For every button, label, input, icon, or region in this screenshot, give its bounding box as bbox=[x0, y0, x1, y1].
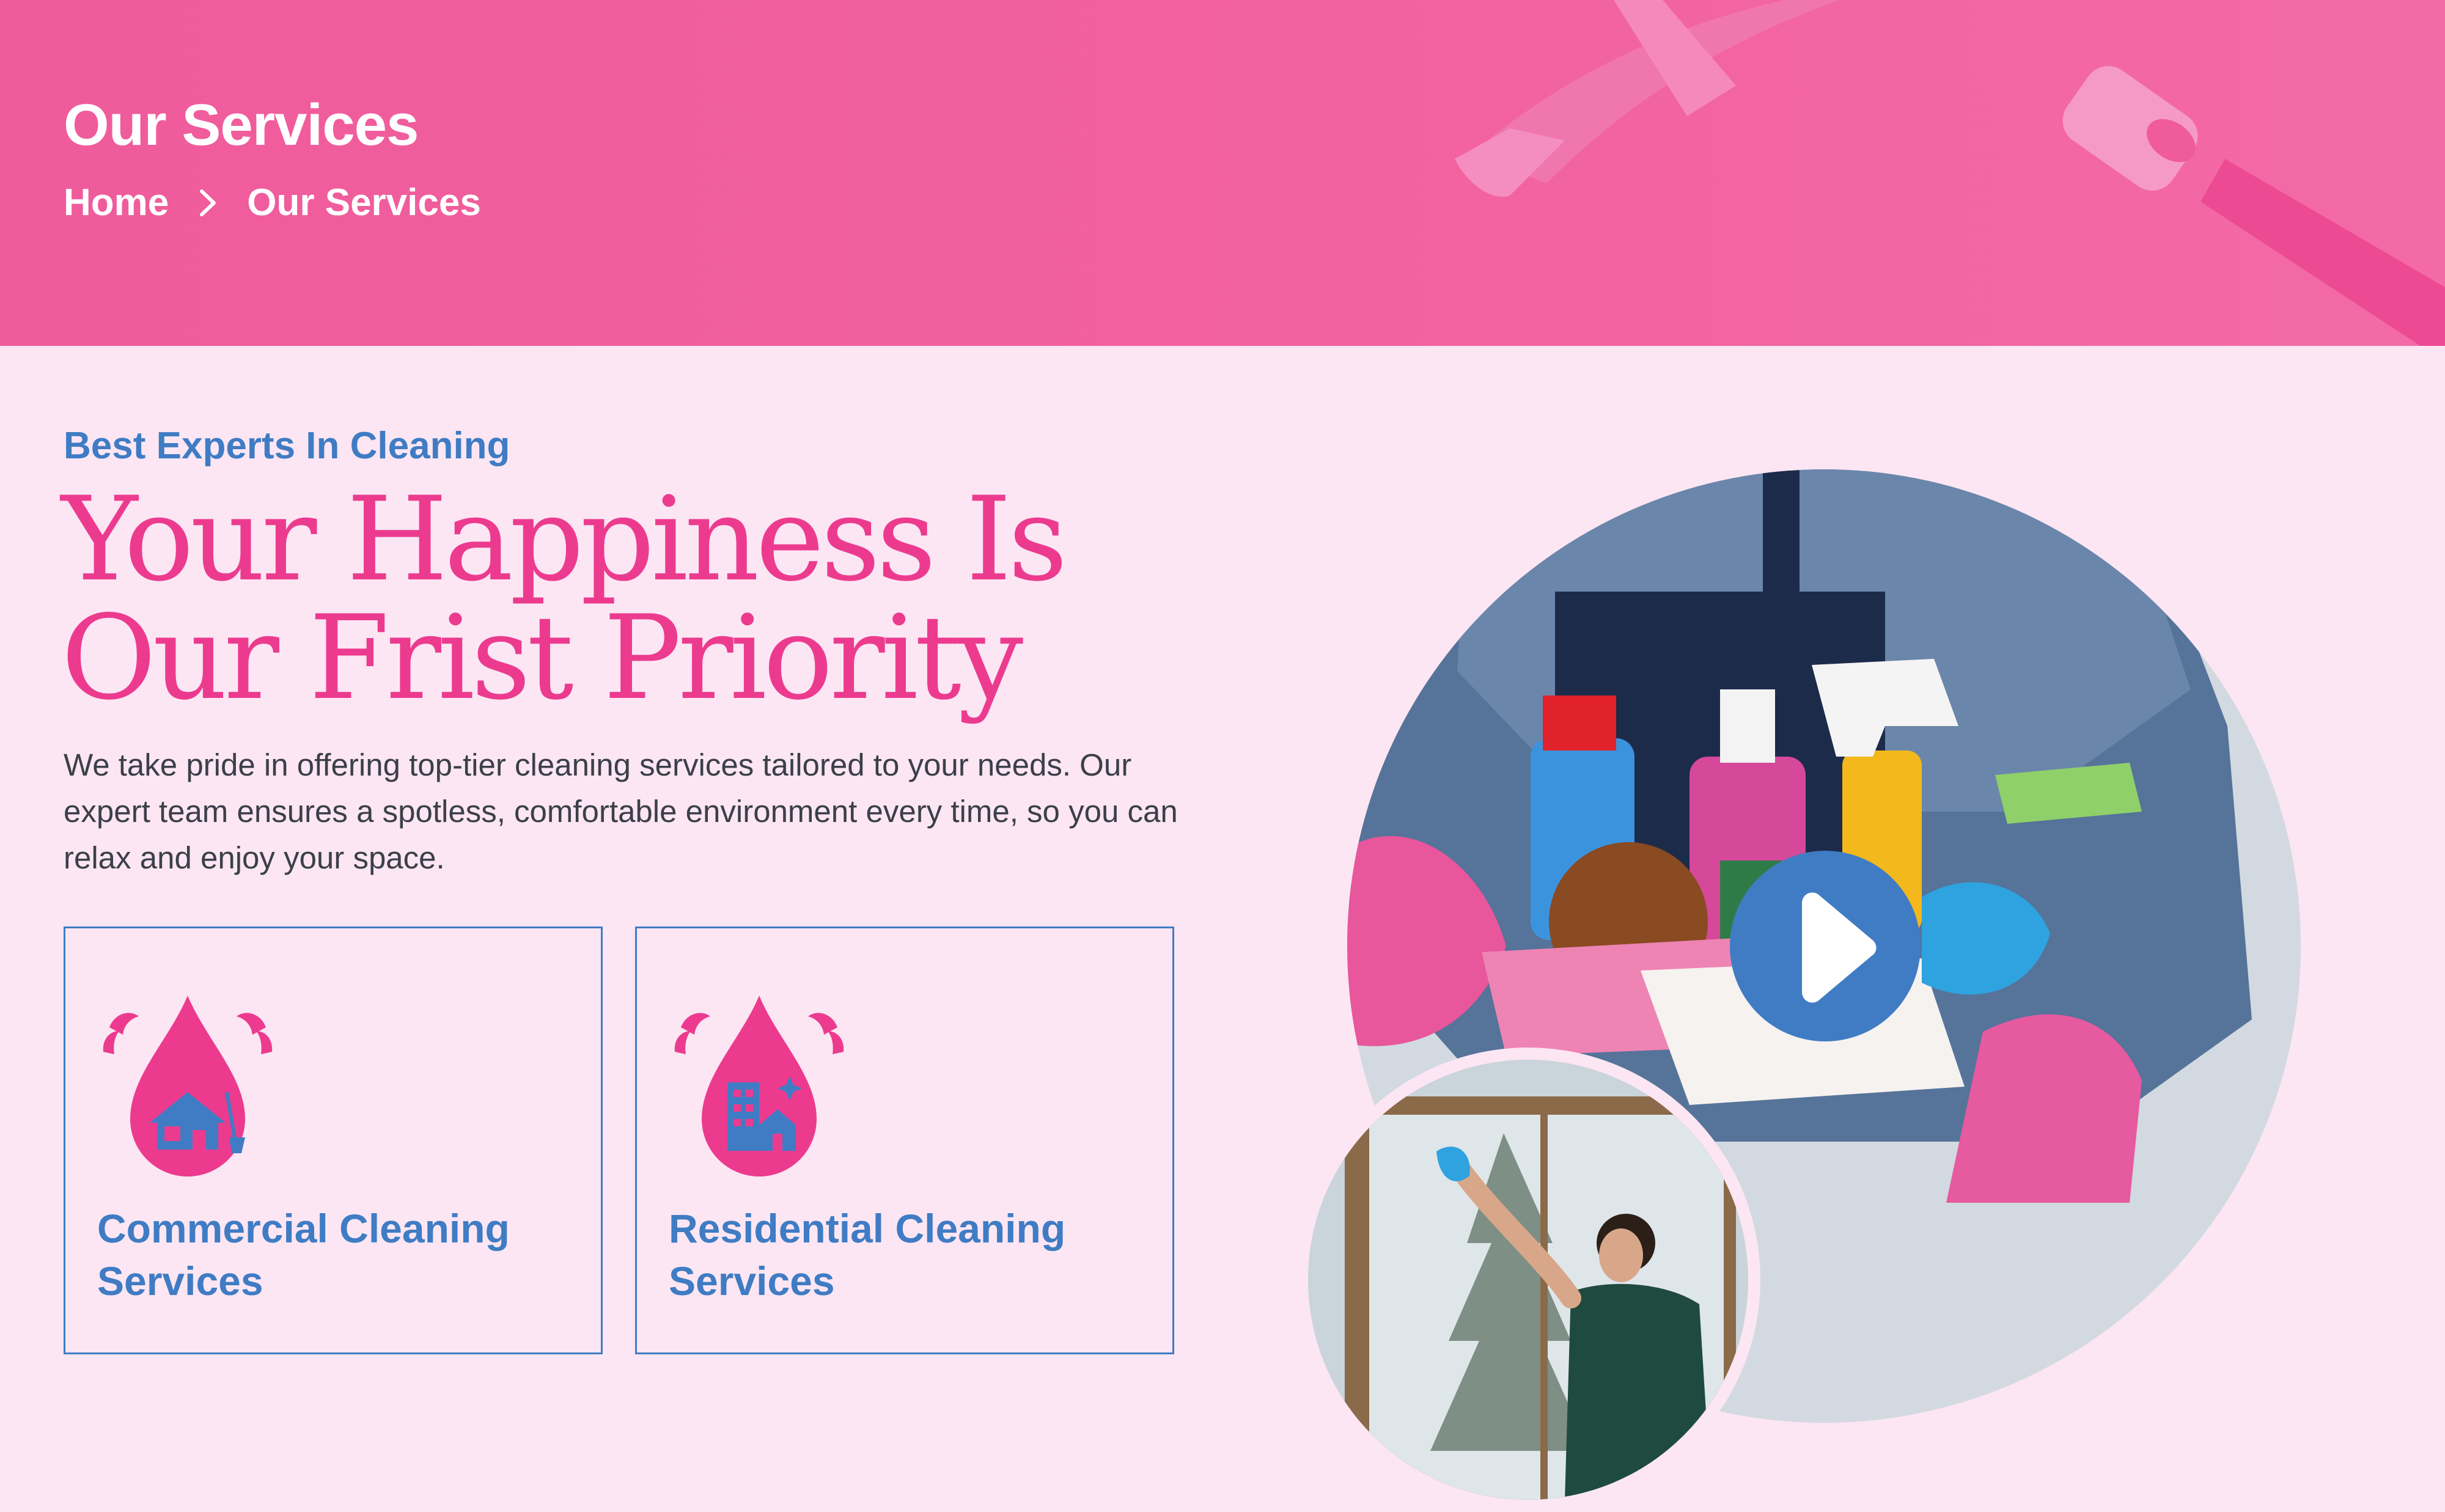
service-title-line-2: Services bbox=[97, 1258, 263, 1304]
squeegee-background-image bbox=[1455, 0, 2445, 346]
service-card-title: Commercial Cleaning Services bbox=[97, 1202, 562, 1307]
service-card-title: Residential Cleaning Services bbox=[669, 1202, 1133, 1307]
service-title-line-1: Residential Cleaning bbox=[669, 1206, 1066, 1251]
secondary-image-window-cleaning bbox=[1308, 1060, 1748, 1500]
page-header-banner: Our Services Home Our Services bbox=[0, 0, 2445, 346]
service-title-line-1: Commercial Cleaning bbox=[97, 1206, 510, 1251]
section-eyebrow: Best Experts In Cleaning bbox=[64, 425, 510, 467]
page-title: Our Services bbox=[64, 92, 419, 158]
headline-line-2: Our Frist Priority bbox=[61, 590, 1023, 725]
breadcrumb: Home Our Services bbox=[64, 181, 481, 224]
woman-cleaning-window-image bbox=[1308, 1060, 1748, 1500]
service-title-line-2: Services bbox=[669, 1258, 835, 1304]
house-drop-icon bbox=[103, 996, 273, 1176]
play-video-button[interactable] bbox=[1730, 851, 1921, 1041]
section-headline: Your Happiness Is Our Frist Priority bbox=[61, 480, 1222, 717]
headline-line-1: Your Happiness Is bbox=[61, 472, 1068, 607]
breadcrumb-current: Our Services bbox=[247, 182, 481, 224]
breadcrumb-home-link[interactable]: Home bbox=[64, 181, 169, 224]
building-drop-icon bbox=[674, 996, 844, 1176]
play-icon bbox=[1802, 892, 1877, 1003]
chevron-right-icon bbox=[200, 189, 216, 216]
service-card-commercial[interactable]: Commercial Cleaning Services bbox=[64, 927, 603, 1354]
secondary-image-frame bbox=[1296, 1048, 1760, 1512]
service-card-residential[interactable]: Residential Cleaning Services bbox=[635, 927, 1174, 1354]
section-description: We take pride in offering top-tier clean… bbox=[64, 747, 1178, 875]
